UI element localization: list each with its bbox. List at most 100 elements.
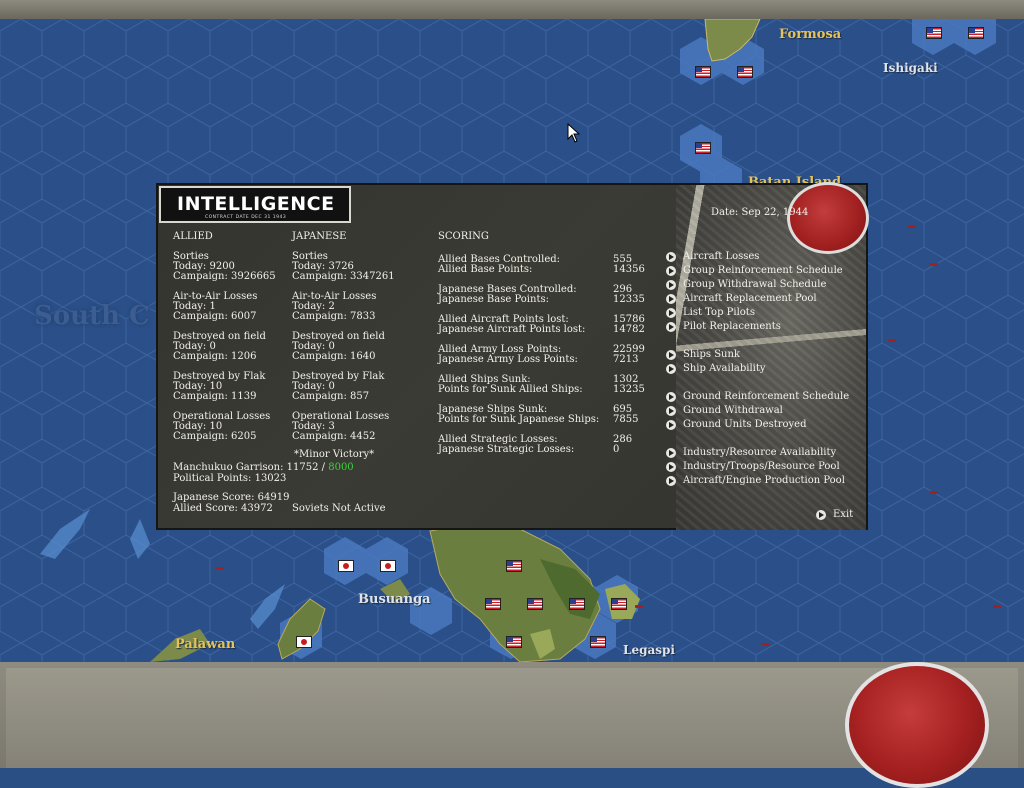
formosa-label: Formosa — [779, 27, 842, 42]
stat-campaign: Campaign: 6007 — [173, 311, 257, 322]
allied-base-flag[interactable] — [506, 560, 522, 572]
wax-seal-button-icon[interactable] — [845, 662, 989, 788]
link-arrow-icon[interactable] — [666, 364, 676, 374]
victory-status: *Minor Victory* — [294, 449, 375, 460]
report-link[interactable]: Aircraft Replacement Pool — [683, 294, 817, 304]
score-value: 7213 — [613, 354, 639, 365]
report-link[interactable]: Group Withdrawal Schedule — [683, 280, 826, 290]
wax-seal-icon — [787, 182, 869, 254]
link-arrow-icon[interactable] — [666, 294, 676, 304]
link-arrow-icon[interactable] — [666, 392, 676, 402]
allied-base-flag[interactable] — [506, 636, 522, 648]
report-link[interactable]: Industry/Troops/Resource Pool — [683, 462, 840, 472]
stat-campaign: Campaign: 3347261 — [292, 271, 395, 282]
link-arrow-icon[interactable] — [666, 448, 676, 458]
mouse-cursor-icon — [567, 123, 581, 143]
score-value: 12335 — [613, 294, 645, 305]
report-link[interactable]: Pilot Replacements — [683, 322, 781, 332]
allied-base-flag[interactable] — [527, 598, 543, 610]
link-arrow-icon[interactable] — [666, 280, 676, 290]
allied-base-flag[interactable] — [695, 142, 711, 154]
japanese-base-flag[interactable] — [296, 636, 312, 648]
japanese-header: JAPANESE — [292, 231, 347, 242]
stat-campaign: Campaign: 7833 — [292, 311, 376, 322]
intelligence-title-badge: INTELLIGENCE CONTRACT DATE DEC 31 1943 — [159, 186, 351, 223]
stat-campaign: Campaign: 1139 — [173, 391, 257, 402]
ishigaki-label: Ishigaki — [883, 61, 938, 75]
report-link[interactable]: Ships Sunk — [683, 350, 740, 360]
stat-campaign: Campaign: 1206 — [173, 351, 257, 362]
manchukuo-required: 8000 — [328, 462, 354, 473]
scoring-header: SCORING — [438, 231, 489, 242]
exit-arrow-icon[interactable] — [816, 510, 826, 520]
score-value: 14782 — [613, 324, 645, 335]
allied-base-flag[interactable] — [590, 636, 606, 648]
ship-marker[interactable] — [635, 605, 643, 608]
manchukuo-garrison: Manchukuo Garrison: 11752 / 8000 — [173, 463, 354, 473]
allied-base-flag[interactable] — [569, 598, 585, 610]
ship-marker[interactable] — [762, 643, 770, 646]
allied-base-flag[interactable] — [926, 27, 942, 39]
ship-marker[interactable] — [888, 339, 896, 342]
report-link[interactable]: Ground Units Destroyed — [683, 420, 807, 430]
japanese-score: Japanese Score: 64919 — [173, 492, 290, 503]
link-arrow-icon[interactable] — [666, 476, 676, 486]
link-arrow-icon[interactable] — [666, 266, 676, 276]
score-label: Points for Sunk Allied Ships: — [438, 384, 583, 395]
link-arrow-icon[interactable] — [666, 322, 676, 332]
ship-marker[interactable] — [215, 567, 223, 570]
current-date: Date: Sep 22, 1944 — [711, 207, 809, 218]
japanese-base-flag[interactable] — [338, 560, 354, 572]
allied-base-flag[interactable] — [737, 66, 753, 78]
allied-header: ALLIED — [173, 231, 213, 242]
score-value: 0 — [613, 444, 620, 455]
ship-marker[interactable] — [993, 605, 1001, 608]
busuanga-label: Busuanga — [358, 592, 431, 607]
score-label: Japanese Base Points: — [438, 294, 549, 305]
intelligence-dialog: INTELLIGENCE CONTRACT DATE DEC 31 1943 D… — [156, 182, 869, 530]
stat-campaign: Campaign: 3926665 — [173, 271, 276, 282]
score-value: 14356 — [613, 264, 645, 275]
japanese-base-flag[interactable] — [380, 560, 396, 572]
score-label: Japanese Aircraft Points lost: — [438, 324, 586, 335]
report-link[interactable]: Ground Withdrawal — [683, 406, 783, 416]
top-status-bar — [0, 0, 1024, 20]
political-points: Political Points: 13023 — [173, 473, 287, 484]
allied-base-flag[interactable] — [695, 66, 711, 78]
ship-marker[interactable] — [930, 491, 938, 494]
score-label: Points for Sunk Japanese Ships: — [438, 414, 600, 425]
link-arrow-icon[interactable] — [666, 406, 676, 416]
palawan-label: Palawan — [175, 637, 236, 652]
allied-base-flag[interactable] — [968, 27, 984, 39]
report-link[interactable]: Industry/Resource Availability — [683, 448, 836, 458]
score-value: 13235 — [613, 384, 645, 395]
report-link[interactable]: List Top Pilots — [683, 308, 755, 318]
stat-campaign: Campaign: 6205 — [173, 431, 257, 442]
ship-marker[interactable] — [930, 263, 938, 266]
exit-button[interactable]: Exit — [833, 510, 853, 520]
legaspi-label: Legaspi — [623, 643, 675, 657]
soviets-status: Soviets Not Active — [292, 503, 386, 514]
report-link[interactable]: Aircraft Losses — [683, 252, 759, 262]
stat-campaign: Campaign: 857 — [292, 391, 370, 402]
score-label: Allied Base Points: — [438, 264, 533, 275]
link-arrow-icon[interactable] — [666, 420, 676, 430]
report-link[interactable]: Group Reinforcement Schedule — [683, 266, 843, 276]
report-link[interactable]: Ground Reinforcement Schedule — [683, 392, 849, 402]
report-link[interactable]: Ship Availability — [683, 364, 766, 374]
link-arrow-icon[interactable] — [666, 462, 676, 472]
link-arrow-icon[interactable] — [666, 308, 676, 318]
manchukuo-label: Manchukuo Garrison: 11752 / — [173, 462, 329, 473]
allied-base-flag[interactable] — [485, 598, 501, 610]
south-china-sea-label: South C — [34, 301, 150, 331]
stat-campaign: Campaign: 4452 — [292, 431, 376, 442]
score-value: 7855 — [613, 414, 639, 425]
score-label: Japanese Strategic Losses: — [438, 444, 575, 455]
ship-marker[interactable] — [908, 225, 916, 228]
report-link[interactable]: Aircraft/Engine Production Pool — [683, 476, 845, 486]
allied-base-flag[interactable] — [611, 598, 627, 610]
link-arrow-icon[interactable] — [666, 252, 676, 262]
japanese-stats: Sorties Today: 3726 Campaign: 3347261 Ai… — [292, 252, 395, 442]
link-arrow-icon[interactable] — [666, 350, 676, 360]
dialog-subtitle: CONTRACT DATE DEC 31 1943 — [205, 215, 287, 220]
